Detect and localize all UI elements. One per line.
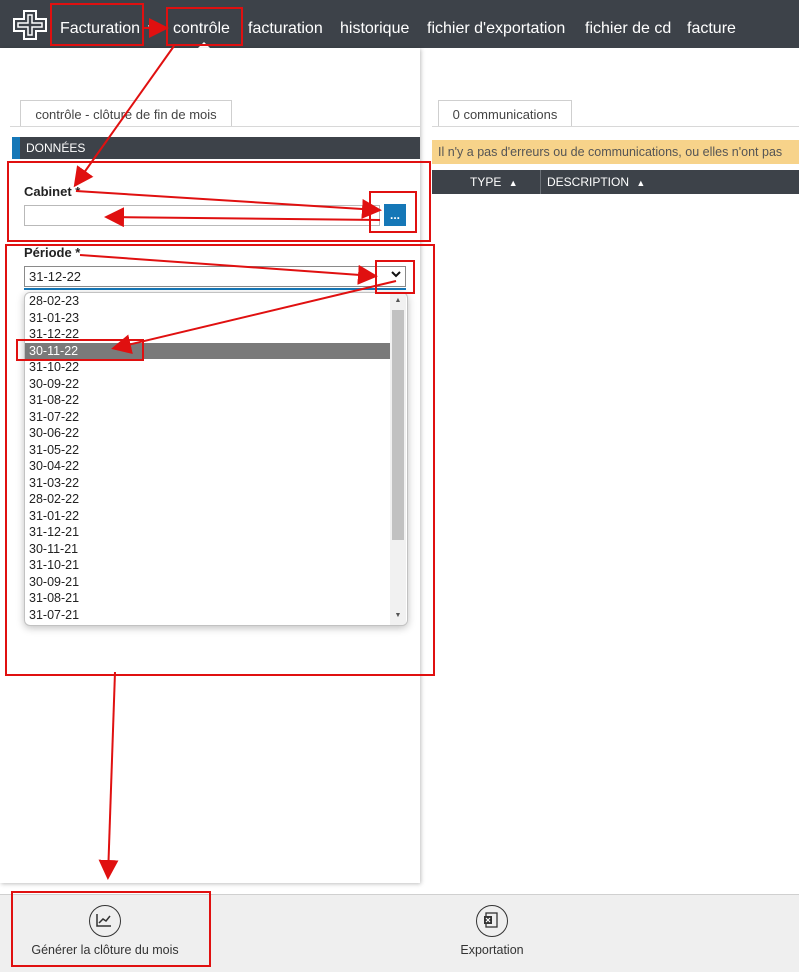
periode-option[interactable]: 28-02-22 — [25, 491, 390, 508]
periode-option[interactable]: 28-02-23 — [25, 293, 390, 310]
periode-label: Période * — [24, 245, 81, 260]
cabinet-label: Cabinet * — [24, 184, 81, 199]
generate-closing-button[interactable]: Générer la clôture du mois — [20, 905, 190, 957]
communications-grid-header: TYPE ▲ DESCRIPTION ▲ — [432, 170, 799, 194]
bottom-toolbar: Générer la clôture du mois Exportation — [0, 894, 799, 972]
periode-option[interactable]: 30-06-22 — [25, 425, 390, 442]
periode-option-highlighted[interactable]: 30-11-22 — [25, 342, 390, 359]
periode-option[interactable]: 31-08-22 — [25, 392, 390, 409]
column-type-label: TYPE — [470, 175, 502, 189]
periode-option[interactable]: 31-10-22 — [25, 359, 390, 376]
top-nav-bar: Facturation ▼ contrôle facturation histor… — [0, 0, 799, 48]
sort-ascending-icon: ▲ — [508, 178, 518, 188]
scrollbar-thumb[interactable] — [392, 310, 404, 540]
generate-closing-label: Générer la clôture du mois — [31, 943, 179, 957]
periode-option[interactable]: 31-08-21 — [25, 590, 390, 607]
periode-option[interactable]: 31-10-21 — [25, 557, 390, 574]
nav-item-fichier-cd[interactable]: fichier de cd — [585, 0, 671, 48]
cabinet-input[interactable] — [24, 205, 380, 226]
section-title: DONNÉES — [26, 141, 86, 155]
nav-item-controle[interactable]: contrôle — [173, 0, 230, 48]
tab-divider — [10, 126, 420, 127]
info-message: Il n'y a pas d'erreurs ou de communicati… — [432, 140, 799, 164]
scroll-down-arrow-icon[interactable]: ▼ — [392, 610, 404, 622]
periode-option[interactable]: 31-03-22 — [25, 475, 390, 492]
periode-option[interactable]: 31-12-22 — [25, 326, 390, 343]
periode-option[interactable]: 31-12-21 — [25, 524, 390, 541]
periode-option[interactable]: 31-07-22 — [25, 409, 390, 426]
column-header-type[interactable]: TYPE ▲ — [470, 170, 518, 196]
sort-ascending-icon: ▲ — [636, 178, 646, 188]
periode-option[interactable]: 30-04-22 — [25, 458, 390, 475]
chevron-down-icon[interactable] — [388, 268, 404, 285]
tab-divider-right — [432, 126, 799, 127]
export-button[interactable]: Exportation — [442, 905, 542, 957]
export-label: Exportation — [460, 943, 524, 957]
tab-communications[interactable]: 0 communications — [438, 100, 572, 127]
section-header-donnees: DONNÉES — [12, 137, 420, 159]
app-menu-label: Facturation — [60, 20, 141, 38]
periode-option[interactable]: 31-07-21 — [25, 607, 390, 624]
chart-line-icon — [89, 905, 121, 937]
scroll-up-arrow-icon[interactable]: ▲ — [392, 295, 404, 307]
logo-icon[interactable] — [10, 8, 50, 42]
periode-option[interactable]: 31-05-22 — [25, 442, 390, 459]
periode-option[interactable]: 30-09-21 — [25, 574, 390, 591]
periode-option[interactable]: 30-11-21 — [25, 541, 390, 558]
column-separator — [540, 170, 541, 194]
excel-file-icon — [476, 905, 508, 937]
periode-dropdown-list[interactable]: 28-02-23 31-01-23 31-12-22 30-11-22 31-1… — [24, 292, 408, 626]
periode-option[interactable]: 31-01-22 — [25, 508, 390, 525]
periode-option[interactable]: 31-01-23 — [25, 310, 390, 327]
select-focus-underline — [24, 288, 406, 290]
periode-select[interactable]: 31-12-22 — [24, 266, 406, 287]
nav-item-facturation[interactable]: facturation — [248, 0, 323, 48]
periode-option[interactable]: 30-09-22 — [25, 376, 390, 393]
section-accent — [12, 137, 20, 159]
column-description-label: DESCRIPTION — [547, 175, 630, 189]
app-menu-facturation[interactable]: Facturation ▼ — [60, 0, 156, 48]
column-header-description[interactable]: DESCRIPTION ▲ — [547, 170, 645, 196]
nav-item-historique[interactable]: historique — [340, 0, 409, 48]
nav-item-fichier-exportation[interactable]: fichier d'exportation — [427, 0, 565, 48]
cabinet-lookup-button[interactable]: ... — [384, 204, 406, 226]
nav-item-facture[interactable]: facture — [687, 0, 736, 48]
tab-controle-cloture[interactable]: contrôle - clôture de fin de mois — [20, 100, 232, 127]
periode-selected-value: 31-12-22 — [29, 269, 82, 284]
